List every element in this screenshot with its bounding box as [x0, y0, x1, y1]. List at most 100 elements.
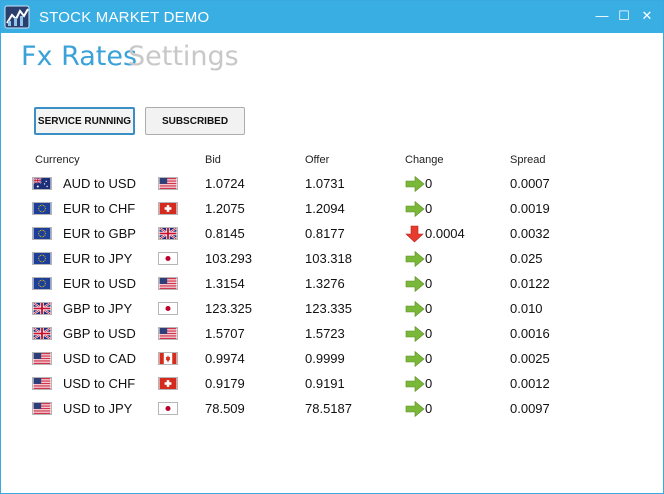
flag-jp-icon	[158, 302, 178, 315]
flag-us-icon	[158, 177, 178, 190]
bid-value: 1.0724	[205, 176, 245, 191]
change-value: 0	[425, 276, 433, 291]
spread-value: 0.0097	[510, 401, 550, 416]
table-row[interactable]: GBP to JPY 123.325 123.335 0.010 0	[1, 297, 663, 322]
flag-us-icon	[32, 402, 52, 415]
spread-value: 0.0019	[510, 201, 550, 216]
spread-value: 0.0122	[510, 276, 550, 291]
offer-value: 0.9191	[305, 376, 345, 391]
column-header-currency[interactable]: Currency	[35, 154, 80, 166]
service-running-button[interactable]: SERVICE RUNNING	[34, 107, 135, 135]
spread-value: 0.0016	[510, 326, 550, 341]
change-value: 0	[425, 176, 433, 191]
flag-us-icon	[32, 352, 52, 365]
currency-pair: GBP to USD	[63, 326, 136, 341]
arrow-right-icon	[405, 350, 425, 368]
offer-value: 103.318	[305, 251, 352, 266]
bid-value: 103.293	[205, 251, 252, 266]
offer-value: 1.3276	[305, 276, 345, 291]
table-row[interactable]: USD to CHF 0.9179 0.9191 0.0012 0	[1, 372, 663, 397]
maximize-button[interactable]: ☐	[615, 7, 633, 25]
table-row[interactable]: AUD to USD 1.0724 1.0731 0.0007 0	[1, 172, 663, 197]
currency-pair: EUR to CHF	[63, 201, 136, 216]
flag-jp-icon	[158, 402, 178, 415]
table-row[interactable]: EUR to JPY 103.293 103.318 0.025 0	[1, 247, 663, 272]
spread-value: 0.010	[510, 301, 543, 316]
arrow-right-icon	[405, 400, 425, 418]
bid-value: 0.9974	[205, 351, 245, 366]
arrow-right-icon	[405, 200, 425, 218]
flag-eu-icon	[32, 202, 52, 215]
arrow-right-icon	[405, 375, 425, 393]
arrow-right-icon	[405, 300, 425, 318]
minimize-button[interactable]: —	[593, 7, 611, 25]
column-header-bid[interactable]: Bid	[205, 154, 221, 166]
offer-value: 0.8177	[305, 226, 345, 241]
title-bar[interactable]: STOCK MARKET DEMO — ☐ ✕	[1, 1, 663, 33]
flag-ch-icon	[158, 202, 178, 215]
change-value: 0	[425, 351, 433, 366]
offer-value: 0.9999	[305, 351, 345, 366]
table-row[interactable]: USD to CAD 0.9974 0.9999 0.0025 0	[1, 347, 663, 372]
currency-pair: EUR to USD	[63, 276, 136, 291]
spread-value: 0.0032	[510, 226, 550, 241]
change-value: 0	[425, 376, 433, 391]
flag-jp-icon	[158, 252, 178, 265]
spread-value: 0.0025	[510, 351, 550, 366]
flag-us-icon	[158, 327, 178, 340]
table-row[interactable]: GBP to USD 1.5707 1.5723 0.0016 0	[1, 322, 663, 347]
bid-value: 1.3154	[205, 276, 245, 291]
flag-eu-icon	[32, 227, 52, 240]
flag-ch-icon	[158, 377, 178, 390]
flag-us-icon	[158, 277, 178, 290]
bid-value: 1.2075	[205, 201, 245, 216]
flag-ca-icon	[158, 352, 178, 365]
bid-value: 0.8145	[205, 226, 245, 241]
offer-value: 1.5723	[305, 326, 345, 341]
arrow-right-icon	[405, 275, 425, 293]
app-logo-icon	[4, 5, 30, 29]
currency-pair: USD to CAD	[63, 351, 136, 366]
offer-value: 1.0731	[305, 176, 345, 191]
change-value: 0.0004	[425, 226, 465, 241]
arrow-down-icon	[405, 225, 425, 243]
currency-pair: AUD to USD	[63, 176, 136, 191]
flag-eu-icon	[32, 277, 52, 290]
currency-pair: USD to CHF	[63, 376, 136, 391]
currency-pair: GBP to JPY	[63, 301, 133, 316]
column-header-change[interactable]: Change	[405, 154, 444, 166]
close-button[interactable]: ✕	[638, 7, 656, 25]
spread-value: 0.0012	[510, 376, 550, 391]
table-row[interactable]: EUR to USD 1.3154 1.3276 0.0122 0	[1, 272, 663, 297]
bid-value: 1.5707	[205, 326, 245, 341]
change-value: 0	[425, 326, 433, 341]
currency-pair: EUR to JPY	[63, 251, 133, 266]
bid-value: 123.325	[205, 301, 252, 316]
offer-value: 78.5187	[305, 401, 352, 416]
change-value: 0	[425, 301, 433, 316]
column-header-spread[interactable]: Spread	[510, 154, 545, 166]
offer-value: 123.335	[305, 301, 352, 316]
subscribed-button[interactable]: SUBSCRIBED	[145, 107, 245, 135]
currency-pair: EUR to GBP	[63, 226, 136, 241]
flag-gb-icon	[158, 227, 178, 240]
table-row[interactable]: EUR to GBP 0.8145 0.8177 0.0032 0.0004	[1, 222, 663, 247]
change-value: 0	[425, 401, 433, 416]
spread-value: 0.025	[510, 251, 543, 266]
window-title: STOCK MARKET DEMO	[39, 9, 210, 26]
spread-value: 0.0007	[510, 176, 550, 191]
change-value: 0	[425, 201, 433, 216]
column-header-offer[interactable]: Offer	[305, 154, 329, 166]
arrow-right-icon	[405, 325, 425, 343]
bid-value: 78.509	[205, 401, 245, 416]
tab-fx-rates[interactable]: Fx Rates	[21, 41, 137, 72]
app-window: STOCK MARKET DEMO — ☐ ✕ Fx Rates Setting…	[0, 0, 664, 494]
table-row[interactable]: EUR to CHF 1.2075 1.2094 0.0019 0	[1, 197, 663, 222]
bid-value: 0.9179	[205, 376, 245, 391]
offer-value: 1.2094	[305, 201, 345, 216]
flag-gb-icon	[32, 327, 52, 340]
arrow-right-icon	[405, 250, 425, 268]
table-row[interactable]: USD to JPY 78.509 78.5187 0.0097 0	[1, 397, 663, 422]
tab-settings[interactable]: Settings	[128, 41, 239, 72]
arrow-right-icon	[405, 175, 425, 193]
